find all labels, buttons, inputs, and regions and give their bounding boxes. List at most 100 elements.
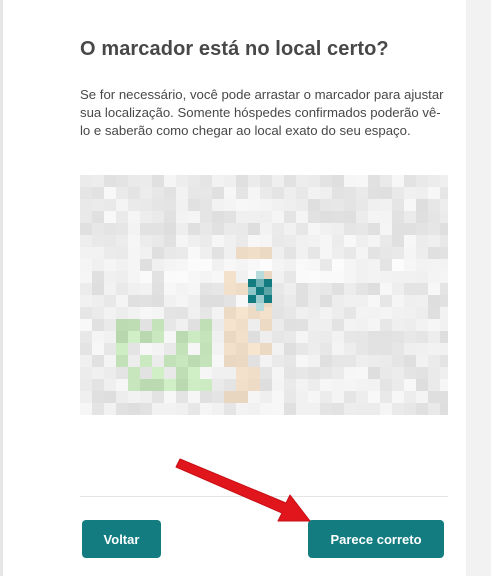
map-tile bbox=[188, 319, 200, 331]
map-tile bbox=[332, 343, 344, 355]
map-tile bbox=[164, 319, 176, 331]
map-tile bbox=[272, 295, 284, 307]
map-tile bbox=[236, 247, 248, 259]
map-tile bbox=[236, 223, 248, 235]
map-tile bbox=[224, 403, 236, 415]
back-button[interactable]: Voltar bbox=[82, 520, 161, 558]
map-tile bbox=[272, 259, 284, 271]
map-tile bbox=[80, 187, 92, 199]
map-tile bbox=[320, 307, 332, 319]
map-tile bbox=[404, 367, 416, 379]
map-tile bbox=[380, 199, 392, 211]
map-tile bbox=[284, 379, 296, 391]
map-tile bbox=[140, 199, 152, 211]
map-tile bbox=[128, 235, 140, 247]
map-tile bbox=[380, 391, 392, 403]
map-tile bbox=[284, 271, 296, 283]
map-tile bbox=[380, 403, 392, 415]
map-tile bbox=[116, 343, 128, 355]
map-tile bbox=[176, 283, 188, 295]
map-tile bbox=[152, 187, 164, 199]
map-tile bbox=[440, 355, 448, 367]
map-tile bbox=[200, 355, 212, 367]
map-tile bbox=[152, 343, 164, 355]
map-tile bbox=[296, 259, 308, 271]
map-tile bbox=[272, 343, 284, 355]
map-tile bbox=[92, 199, 104, 211]
map-tile bbox=[128, 199, 140, 211]
map-tile bbox=[296, 391, 308, 403]
map-tile bbox=[80, 271, 92, 283]
map-tile bbox=[200, 403, 212, 415]
map-tile bbox=[428, 331, 440, 343]
map-tile bbox=[128, 391, 140, 403]
map-tile bbox=[164, 403, 176, 415]
map-tile bbox=[260, 175, 272, 187]
map-tile bbox=[368, 199, 380, 211]
map-tile bbox=[392, 283, 404, 295]
map-tile bbox=[332, 247, 344, 259]
map-tile bbox=[248, 331, 260, 343]
map-tile bbox=[308, 187, 320, 199]
map-tile bbox=[380, 259, 392, 271]
map-tile bbox=[224, 247, 236, 259]
map-tile bbox=[116, 235, 128, 247]
map-tile bbox=[212, 175, 224, 187]
map-tile bbox=[428, 271, 440, 283]
map-tile bbox=[212, 379, 224, 391]
looks-correct-button[interactable]: Parece correto bbox=[308, 520, 444, 558]
map-tile bbox=[308, 307, 320, 319]
map-tile bbox=[344, 187, 356, 199]
map-tile bbox=[272, 199, 284, 211]
map-tile bbox=[356, 271, 368, 283]
map-tile bbox=[356, 211, 368, 223]
map-tile bbox=[128, 271, 140, 283]
map-tile bbox=[308, 331, 320, 343]
map-tile bbox=[128, 343, 140, 355]
map-tile bbox=[212, 223, 224, 235]
map-tile bbox=[332, 283, 344, 295]
map-tile bbox=[140, 295, 152, 307]
map-tile bbox=[428, 391, 440, 403]
map-tile bbox=[152, 391, 164, 403]
map-tile bbox=[404, 175, 416, 187]
map-tile bbox=[368, 271, 380, 283]
map-tile bbox=[284, 211, 296, 223]
map-tile bbox=[416, 175, 428, 187]
map-tile bbox=[200, 211, 212, 223]
map-tile bbox=[416, 247, 428, 259]
map-tile bbox=[380, 307, 392, 319]
map-tile bbox=[116, 295, 128, 307]
map-tile bbox=[224, 295, 236, 307]
map-tile bbox=[140, 307, 152, 319]
map-tile bbox=[344, 247, 356, 259]
map-tile bbox=[212, 367, 224, 379]
map-tile bbox=[440, 319, 448, 331]
map-tile bbox=[236, 259, 248, 271]
map-tile bbox=[140, 247, 152, 259]
map-tile bbox=[428, 283, 440, 295]
map-tile bbox=[116, 199, 128, 211]
map-tile bbox=[236, 307, 248, 319]
map-tile bbox=[368, 187, 380, 199]
map-tile bbox=[368, 379, 380, 391]
map-tile bbox=[212, 307, 224, 319]
map-tile bbox=[260, 343, 272, 355]
map-tile bbox=[104, 379, 116, 391]
map-tile bbox=[200, 223, 212, 235]
map-tile bbox=[272, 307, 284, 319]
map-tile bbox=[152, 271, 164, 283]
map-tile bbox=[80, 283, 92, 295]
map-tile bbox=[296, 235, 308, 247]
map-tile bbox=[164, 283, 176, 295]
map-tile bbox=[140, 259, 152, 271]
map-tile bbox=[140, 379, 152, 391]
map-tile bbox=[368, 331, 380, 343]
map-tile bbox=[92, 391, 104, 403]
map-tile bbox=[296, 355, 308, 367]
location-map[interactable] bbox=[80, 175, 448, 415]
map-tile bbox=[440, 367, 448, 379]
map-tile bbox=[248, 187, 260, 199]
map-tile bbox=[212, 211, 224, 223]
map-tile bbox=[404, 295, 416, 307]
